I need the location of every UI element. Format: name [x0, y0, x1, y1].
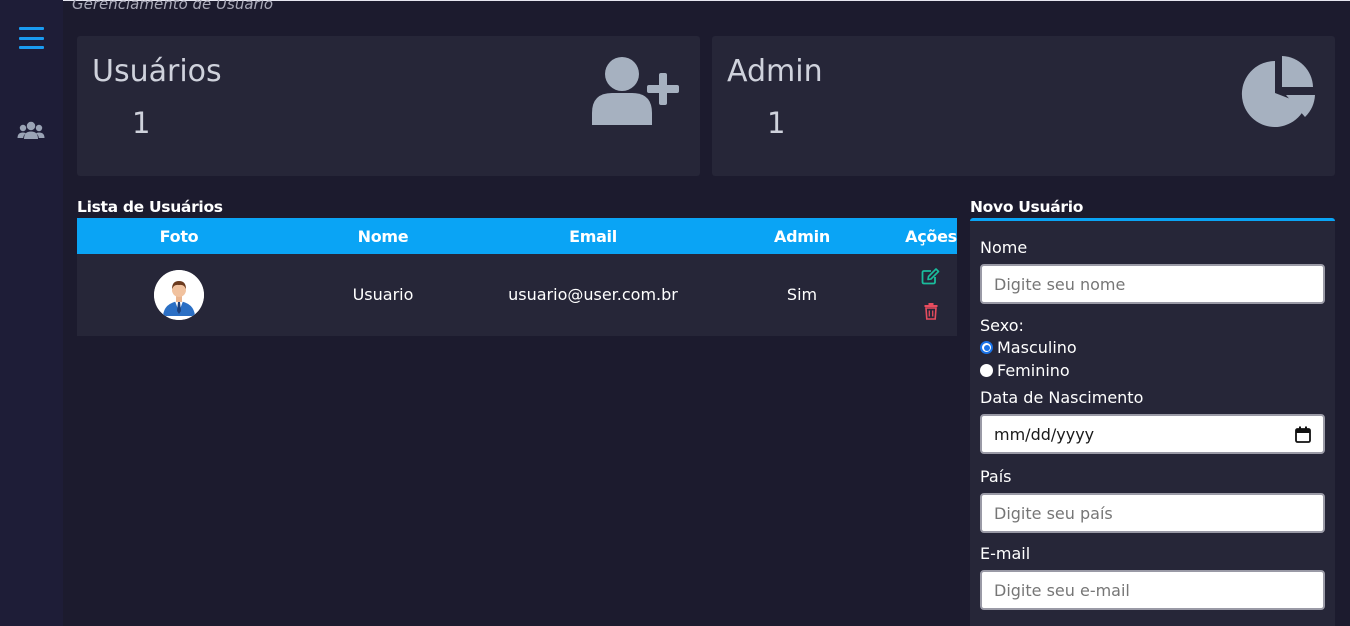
email-field[interactable]: [980, 570, 1325, 610]
users-icon[interactable]: [17, 120, 45, 142]
users-table: Foto Nome Email Admin Ações Usuario usua…: [77, 218, 957, 336]
sex-label: Sexo:: [980, 316, 1024, 335]
country-label: País: [980, 467, 1012, 486]
sex-option-female[interactable]: Feminino: [980, 361, 1070, 380]
admin-card-title: Admin: [727, 54, 823, 89]
user-plus-icon: [592, 57, 679, 125]
birth-date-field[interactable]: mm/dd/yyyy: [980, 414, 1325, 454]
radio-male[interactable]: [980, 341, 993, 354]
column-header-name: Nome: [357, 227, 409, 246]
email-label: E-mail: [980, 544, 1031, 563]
users-card: Usuários 1: [77, 36, 700, 176]
users-card-count: 1: [132, 106, 151, 140]
birth-date-label: Data de Nascimento: [980, 388, 1144, 407]
row-admin: Sim: [786, 285, 818, 304]
trash-icon[interactable]: [924, 303, 938, 320]
sex-option-male-label: Masculino: [997, 338, 1077, 357]
avatar-icon: [154, 270, 204, 320]
country-field[interactable]: [980, 493, 1325, 533]
name-label: Nome: [980, 238, 1028, 257]
sidebar: [0, 0, 63, 626]
birth-date-placeholder: mm/dd/yyyy: [994, 424, 1095, 444]
calendar-icon[interactable]: [1295, 426, 1311, 443]
pie-chart-icon: [1241, 56, 1315, 127]
table-header: Foto Nome Email Admin Ações: [77, 218, 957, 254]
users-list-title: Lista de Usuários: [77, 198, 223, 216]
row-name: Usuario: [352, 285, 414, 304]
sex-option-male[interactable]: Masculino: [980, 338, 1077, 357]
edit-icon[interactable]: [921, 268, 940, 285]
page-title: Gerenciamento de Usuário: [72, 0, 274, 13]
name-field[interactable]: [980, 264, 1325, 304]
column-header-photo: Foto: [159, 227, 199, 246]
admin-card-count: 1: [767, 106, 786, 140]
row-email: usuario@user.com.br: [508, 285, 678, 304]
radio-female[interactable]: [980, 364, 993, 377]
sex-option-female-label: Feminino: [997, 361, 1070, 380]
column-header-admin: Admin: [774, 227, 830, 246]
column-header-actions: Ações: [905, 227, 957, 246]
users-card-title: Usuários: [92, 54, 222, 89]
column-header-email: Email: [569, 227, 617, 246]
menu-icon[interactable]: [19, 27, 44, 49]
table-row: Usuario usuario@user.com.br Sim: [77, 254, 957, 336]
admin-card: Admin 1: [712, 36, 1335, 176]
new-user-title: Novo Usuário: [970, 198, 1084, 216]
